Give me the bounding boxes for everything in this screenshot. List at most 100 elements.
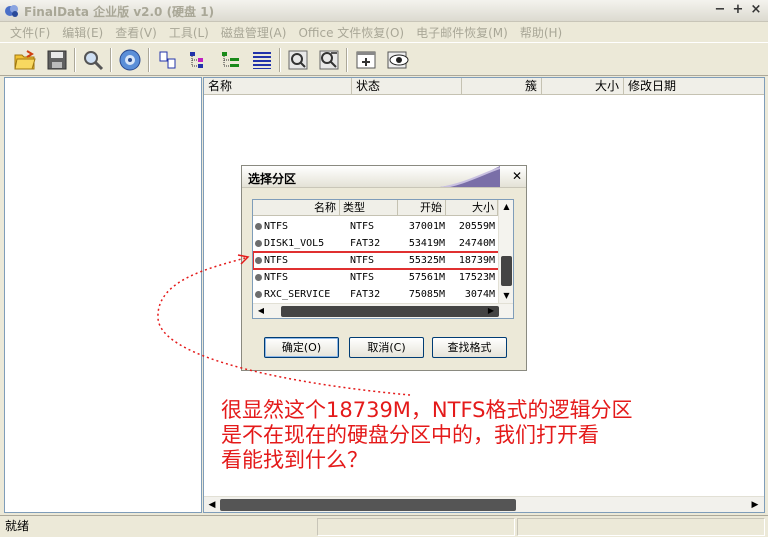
partition-size: 20559M: [458, 221, 495, 232]
partition-horizontal-scrollbar[interactable]: ◀ ▶: [253, 303, 513, 318]
menu-bar: 文件(F) 编辑(E) 查看(V) 工具(L) 磁盘管理(A) Office 文…: [0, 22, 768, 42]
menu-edit[interactable]: 编辑(E): [56, 24, 109, 41]
menu-file[interactable]: 文件(F): [4, 24, 56, 41]
partition-icon: [255, 240, 262, 247]
column-header-status[interactable]: 状态: [352, 78, 462, 95]
close-button[interactable]: ×: [748, 2, 764, 18]
scroll-up-icon[interactable]: ▲: [501, 201, 512, 213]
view-eye-icon[interactable]: [385, 47, 411, 73]
toolbar-separator: [148, 48, 150, 72]
list-grid-icon[interactable]: [249, 47, 275, 73]
annotation-line: 看能找到什么？: [221, 448, 368, 472]
partition-row[interactable]: NTFS NTFS 57561M 17523M: [253, 269, 499, 286]
save-disk-icon[interactable]: [44, 47, 70, 73]
partition-col-size[interactable]: 大小: [446, 200, 498, 216]
partition-name: NTFS: [264, 272, 289, 283]
toolbar-separator: [279, 48, 281, 72]
partition-type: FAT32: [350, 238, 381, 249]
partition-start: 75085M: [408, 289, 445, 300]
app-logo-icon: [5, 5, 18, 17]
menu-help[interactable]: 帮助(H): [514, 24, 568, 41]
find-icon[interactable]: [285, 47, 311, 73]
toolbar-separator: [74, 48, 76, 72]
status-text: 就绪: [5, 519, 30, 533]
menu-view[interactable]: 查看(V): [109, 24, 163, 41]
partition-size: 18739M: [458, 255, 495, 266]
partition-start: 57561M: [408, 272, 445, 283]
partition-col-start[interactable]: 开始: [398, 200, 446, 216]
partition-icon: [255, 223, 262, 230]
partition-type: NTFS: [350, 272, 375, 283]
partition-row[interactable]: RXC_SERVICE FAT32 75085M 3074M: [253, 286, 499, 303]
file-pages-icon[interactable]: [155, 47, 181, 73]
partition-type: FAT32: [350, 289, 381, 300]
annotation-text: 很显然这个18739M，NTFS格式的逻辑分区 是不在现在的硬盘分区中的，我们打…: [221, 398, 751, 473]
file-list-header: 名称 状态 簇 大小 修改日期: [204, 78, 764, 95]
partition-name: DISK1_VOL5: [264, 238, 325, 249]
toolbar: [0, 42, 768, 76]
menu-disk-manage[interactable]: 磁盘管理(A): [215, 24, 293, 41]
partition-row[interactable]: NTFS NTFS 37001M 20559M: [253, 218, 499, 235]
dialog-title: 选择分区: [248, 172, 297, 186]
status-panel-3: [517, 518, 765, 536]
scrollbar-thumb[interactable]: [501, 256, 512, 286]
partition-icon: [255, 291, 262, 298]
menu-office-recovery[interactable]: Office 文件恢复(O): [292, 24, 410, 41]
find-detail-icon[interactable]: [316, 47, 342, 73]
new-window-icon[interactable]: [353, 47, 379, 73]
maximize-button[interactable]: +: [730, 2, 746, 18]
partition-col-type[interactable]: 类型: [340, 200, 398, 216]
menu-tools[interactable]: 工具(L): [163, 24, 215, 41]
partition-vertical-scrollbar[interactable]: ▲ ▼: [498, 200, 513, 303]
partition-name: NTFS: [264, 255, 289, 266]
scrollbar-thumb[interactable]: [220, 499, 516, 511]
scrollbar-thumb[interactable]: [281, 306, 499, 317]
scroll-right-icon[interactable]: ▶: [485, 305, 497, 317]
partition-row[interactable]: DISK1_VOL5 FAT32 53419M 24740M: [253, 235, 499, 252]
partition-start: 37001M: [408, 221, 445, 232]
scroll-left-icon[interactable]: ◀: [255, 305, 267, 317]
partition-icon: [255, 274, 262, 281]
annotation-line: 是不在现在的硬盘分区中的，我们打开看: [221, 423, 599, 447]
ok-button[interactable]: 确定(O): [264, 337, 339, 358]
partition-size: 24740M: [458, 238, 495, 249]
scroll-down-icon[interactable]: ▼: [501, 290, 512, 302]
open-folder-icon[interactable]: [12, 47, 38, 73]
find-format-button[interactable]: 查找格式: [432, 337, 507, 358]
disk-settings-icon[interactable]: [117, 47, 143, 73]
partition-size: 17523M: [458, 272, 495, 283]
partition-list[interactable]: 名称 类型 开始 大小 NTFS NTFS 37001M 20559M DISK…: [252, 199, 514, 319]
tree-view-icon[interactable]: [186, 47, 212, 73]
dialog-close-button[interactable]: ✕: [512, 169, 522, 183]
partition-col-name[interactable]: 名称: [253, 200, 340, 216]
toolbar-separator: [110, 48, 112, 72]
status-bar: 就绪: [0, 515, 768, 537]
horizontal-scrollbar[interactable]: ◀ ▶: [204, 496, 764, 512]
partition-size: 3074M: [464, 289, 495, 300]
annotation-line: 很显然这个18739M，NTFS格式的逻辑分区: [221, 398, 633, 422]
tree-detail-icon[interactable]: [218, 47, 244, 73]
select-partition-dialog: 选择分区 ✕ 名称 类型 开始 大小 NTFS NTFS 37001M 2055…: [241, 165, 527, 371]
partition-name: NTFS: [264, 221, 289, 232]
menu-email-recovery[interactable]: 电子邮件恢复(M): [410, 24, 514, 41]
partition-icon: [255, 257, 262, 264]
search-magnifier-icon[interactable]: [80, 47, 106, 73]
column-header-modified[interactable]: 修改日期: [624, 78, 764, 95]
scroll-right-icon[interactable]: ▶: [748, 498, 762, 512]
dialog-title-bar: 选择分区 ✕: [242, 166, 526, 188]
column-header-cluster[interactable]: 簇: [462, 78, 542, 95]
status-panel-2: [317, 518, 515, 536]
partition-type: NTFS: [350, 255, 375, 266]
partition-start: 53419M: [408, 238, 445, 249]
cancel-button[interactable]: 取消(C): [349, 337, 424, 358]
folder-tree-pane[interactable]: [4, 77, 202, 513]
partition-row-highlighted[interactable]: NTFS NTFS 55325M 18739M: [253, 251, 500, 270]
partition-name: RXC_SERVICE: [264, 289, 331, 300]
partition-type: NTFS: [350, 221, 375, 232]
title-bar: FinalData 企业版 v2.0 (硬盘 1) − + ×: [0, 0, 768, 22]
scroll-left-icon[interactable]: ◀: [205, 498, 219, 512]
column-header-name[interactable]: 名称: [204, 78, 352, 95]
partition-start: 55325M: [408, 255, 445, 266]
column-header-size[interactable]: 大小: [542, 78, 624, 95]
minimize-button[interactable]: −: [712, 2, 728, 18]
